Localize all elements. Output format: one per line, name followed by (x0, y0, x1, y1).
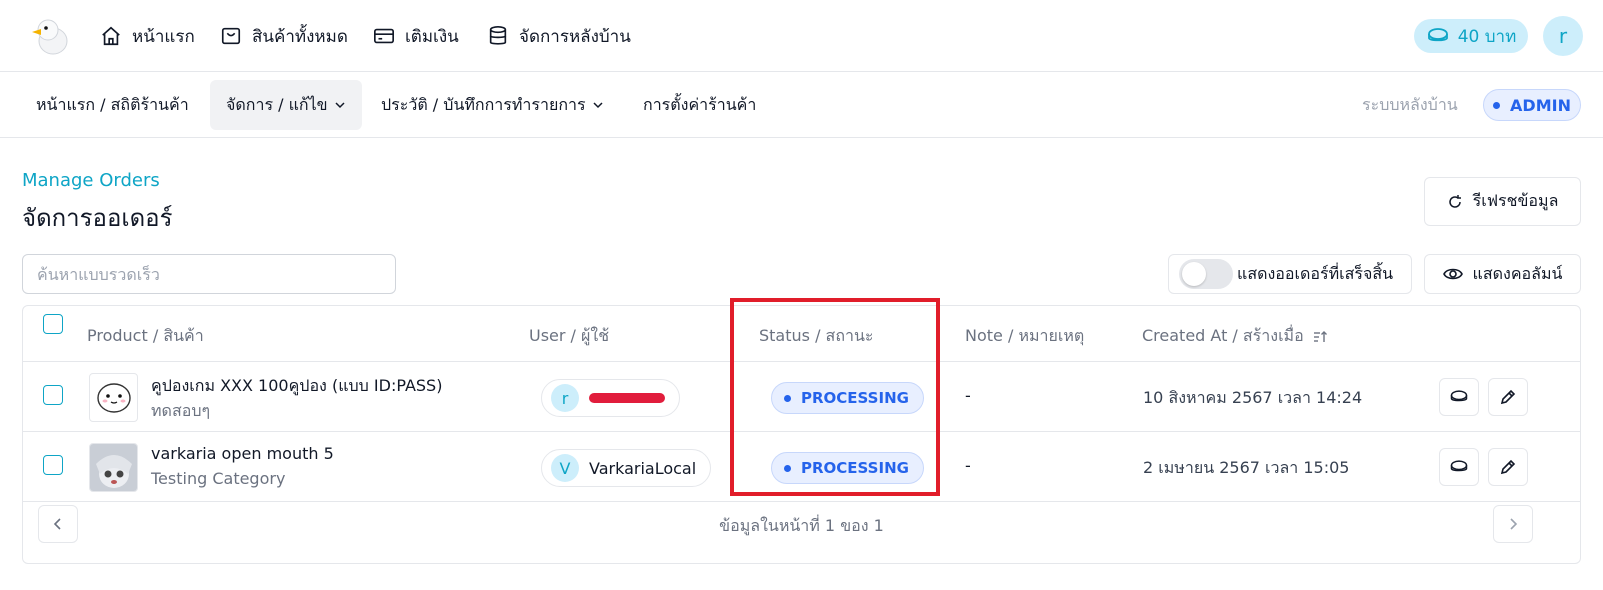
subnav-manage-label: จัดการ / แก้ไข (226, 94, 328, 114)
user-pill[interactable]: V VarkariaLocal (541, 449, 712, 487)
header-product-label: Product / สินค้า (87, 326, 204, 345)
chevron-down-icon (335, 102, 345, 109)
balance-value: 40 บาท (1457, 26, 1517, 47)
product-thumbnail (89, 443, 138, 492)
created-at-cell: 2 เมษายน 2567 เวลา 15:05 (1143, 458, 1350, 477)
subnav-settings[interactable]: การตั้งค่าร้านค้า (627, 80, 772, 130)
backend-label: ระบบหลังบ้าน (1362, 95, 1458, 114)
page-eyebrow: Manage Orders (22, 170, 160, 191)
header-status[interactable]: Status / สถานะ (759, 324, 874, 349)
note-cell: - (965, 456, 971, 475)
coin-icon (1427, 28, 1448, 42)
redacted-username (589, 393, 665, 403)
pagination-text: ข้อมูลในหน้าที่ 1 ของ 1 (719, 516, 884, 535)
top-navbar: หน้าแรก สินค้าทั้งหมด เติมเงิน จัดการหลั… (0, 0, 1603, 72)
user-avatar[interactable]: r (1543, 16, 1583, 56)
refresh-button[interactable]: รีเฟรชข้อมูล (1424, 177, 1581, 226)
header-note[interactable]: Note / หมายเหตุ (965, 324, 1084, 349)
toggle-knob (1182, 262, 1206, 286)
row-checkbox[interactable] (43, 385, 63, 405)
subnav-history[interactable]: ประวัติ / บันทึกการทำรายการ (365, 80, 620, 130)
pencil-icon (1500, 459, 1516, 475)
coin-action-button[interactable] (1439, 448, 1479, 486)
user-pill[interactable]: r (541, 379, 680, 417)
status-text: PROCESSING (801, 459, 909, 477)
eye-icon (1442, 268, 1463, 280)
show-completed-label: แสดงออเดอร์ที่เสร็จสิ้น (1237, 263, 1394, 283)
refresh-icon (1448, 194, 1461, 208)
sort-icon[interactable] (1312, 329, 1328, 345)
shopping-bag-icon (221, 27, 241, 45)
select-all-checkbox[interactable] (43, 314, 63, 334)
header-created[interactable]: Created At / สร้างเมื่อ (1142, 324, 1328, 349)
row-checkbox[interactable] (43, 455, 63, 475)
subnav-dashboard-label: หน้าแรก / สถิติร้านค้า (36, 94, 189, 114)
credit-card-icon (374, 28, 394, 44)
nav-all-products-label: สินค้าทั้งหมด (252, 26, 348, 47)
nav-all-products[interactable]: สินค้าทั้งหมด (220, 22, 348, 50)
nav-topup-label: เติมเงิน (405, 26, 459, 47)
next-page-button[interactable] (1493, 505, 1533, 543)
header-product[interactable]: Product / สินค้า (87, 324, 204, 349)
status-dot (784, 394, 791, 402)
note-cell: - (965, 386, 971, 405)
product-name[interactable]: varkaria open mouth 5 (151, 444, 334, 463)
page-title: จัดการออเดอร์ (22, 204, 173, 232)
show-columns-label: แสดงคอลัมน์ (1472, 263, 1563, 283)
subnav-dashboard[interactable]: หน้าแรก / สถิติร้านค้า (20, 80, 205, 130)
status-badge: PROCESSING (771, 382, 924, 414)
status-badge: PROCESSING (771, 452, 924, 484)
role-badge: ADMIN (1483, 89, 1581, 121)
header-user-label: User / ผู้ใช้ (529, 326, 610, 345)
chevron-right-icon (1510, 518, 1518, 530)
product-name[interactable]: คูปองเกม XXX 100คูปอง (แบบ ID:PASS) (151, 374, 442, 399)
coin-icon (1450, 390, 1468, 402)
header-created-label: Created At / สร้างเมื่อ (1142, 326, 1304, 345)
status-text: PROCESSING (801, 389, 909, 407)
subnav-manage[interactable]: จัดการ / แก้ไข (210, 80, 362, 130)
edit-button[interactable] (1488, 378, 1528, 416)
show-completed-toggle-group[interactable]: แสดงออเดอร์ที่เสร็จสิ้น (1168, 254, 1412, 294)
subnav-history-label: ประวัติ / บันทึกการทำรายการ (381, 94, 586, 114)
search-input[interactable] (22, 254, 396, 294)
header-user[interactable]: User / ผู้ใช้ (529, 324, 609, 349)
nav-home-label: หน้าแรก (132, 26, 195, 47)
status-dot (784, 464, 791, 472)
product-category: Testing Category (151, 469, 286, 488)
database-icon (489, 26, 507, 45)
table-header: Product / สินค้า User / ผู้ใช้ Status / … (23, 306, 1580, 362)
status-dot (1493, 101, 1501, 109)
header-note-label: Note / หมายเหตุ (965, 326, 1085, 345)
product-category: ทดสอบๆ (151, 401, 211, 420)
coin-icon (1450, 460, 1468, 472)
show-columns-button[interactable]: แสดงคอลัมน์ (1424, 254, 1581, 294)
pencil-icon (1500, 389, 1516, 405)
subnav-settings-label: การตั้งค่าร้านค้า (643, 94, 757, 114)
table-row[interactable]: คูปองเกม XXX 100คูปอง (แบบ ID:PASS) ทดสอ… (23, 362, 1580, 432)
show-completed-toggle[interactable] (1179, 259, 1233, 289)
role-badge-text: ADMIN (1510, 95, 1571, 115)
refresh-button-label: รีเฟรชข้อมูล (1472, 191, 1559, 210)
coin-action-button[interactable] (1439, 378, 1479, 416)
user-avatar: V (551, 454, 579, 482)
home-icon (102, 26, 120, 46)
user-name: VarkariaLocal (589, 458, 697, 478)
nav-home[interactable]: หน้าแรก (100, 22, 195, 50)
product-thumbnail (89, 373, 138, 422)
nav-topup[interactable]: เติมเงิน (373, 22, 459, 50)
header-status-label: Status / สถานะ (759, 326, 874, 345)
table-row[interactable]: varkaria open mouth 5 Testing Category V… (23, 432, 1580, 502)
chevron-down-icon (593, 102, 603, 109)
nav-backend[interactable]: จัดการหลังบ้าน (487, 22, 631, 50)
balance-pill[interactable]: 40 บาท (1414, 19, 1528, 53)
orders-table: Product / สินค้า User / ผู้ใช้ Status / … (22, 305, 1581, 564)
duck-logo[interactable] (28, 14, 72, 58)
nav-backend-label: จัดการหลังบ้าน (519, 26, 631, 47)
created-at-cell: 10 สิงหาคม 2567 เวลา 14:24 (1143, 388, 1363, 407)
user-avatar: r (551, 384, 579, 412)
edit-button[interactable] (1488, 448, 1528, 486)
